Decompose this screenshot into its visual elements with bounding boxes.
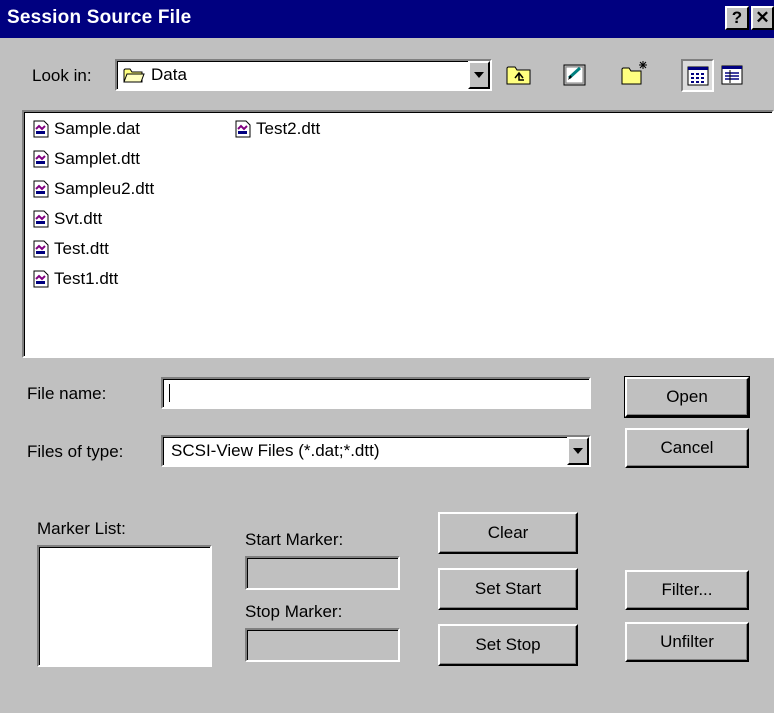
look-in-value: Data [151, 65, 187, 84]
help-button[interactable]: ? [725, 6, 749, 30]
file-item[interactable]: Sample.dat [32, 116, 140, 142]
text-caret [169, 384, 170, 402]
file-item[interactable]: Test2.dtt [234, 116, 320, 142]
file-name: Sampleu2.dtt [54, 179, 155, 198]
folder-icon [123, 68, 145, 83]
desktop-button[interactable] [559, 59, 591, 91]
clear-button[interactable]: Clear [438, 512, 578, 554]
files-of-type-value: SCSI-View Files (*.dat;*.dtt) [171, 441, 380, 460]
files-of-type-dropdown-arrow[interactable] [567, 437, 589, 465]
file-name-label: File name: [27, 384, 107, 403]
file-item[interactable]: Samplet.dtt [32, 146, 140, 172]
files-of-type-label: Files of type: [27, 442, 124, 461]
new-folder-icon [621, 61, 647, 85]
chevron-down-icon [573, 448, 583, 454]
up-one-level-button[interactable] [503, 59, 535, 91]
desktop-icon [563, 64, 586, 86]
list-view-button[interactable] [681, 59, 714, 92]
filter-button[interactable]: Filter... [625, 570, 749, 610]
details-view-icon [721, 65, 743, 85]
file-item[interactable]: Svt.dtt [32, 206, 102, 232]
document-icon [33, 120, 49, 138]
cancel-button[interactable]: Cancel [625, 428, 749, 468]
details-view-button[interactable] [716, 59, 748, 91]
window-title: Session Source File [7, 7, 192, 28]
close-button[interactable]: ✕ [751, 6, 774, 30]
stop-marker-label: Stop Marker: [245, 602, 343, 621]
file-item[interactable]: Sampleu2.dtt [32, 176, 154, 202]
document-icon [33, 270, 49, 288]
set-start-button[interactable]: Set Start [438, 568, 578, 610]
file-name: Test1.dtt [54, 269, 119, 288]
close-icon: ✕ [755, 8, 770, 27]
file-name: Svt.dtt [54, 209, 103, 228]
help-icon: ? [731, 8, 743, 27]
open-button[interactable]: Open [624, 376, 750, 418]
chevron-down-icon [474, 72, 484, 78]
set-stop-button[interactable]: Set Stop [438, 624, 578, 666]
start-marker-label: Start Marker: [245, 530, 344, 549]
document-icon [33, 180, 49, 198]
look-in-label: Look in: [32, 66, 92, 85]
look-in-dropdown-arrow[interactable] [468, 61, 490, 89]
unfilter-button[interactable]: Unfilter [625, 622, 749, 662]
up-folder-icon [506, 66, 531, 85]
file-name: Test2.dtt [256, 119, 321, 138]
file-list-items: Sample.dat Samplet.dtt Sampleu2.dtt Svt.… [24, 112, 772, 356]
document-icon [33, 150, 49, 168]
file-item[interactable]: Test1.dtt [32, 266, 118, 292]
file-name: Sample.dat [54, 119, 140, 138]
file-name: Samplet.dtt [54, 149, 140, 168]
start-marker-field [245, 556, 400, 590]
look-in-dropdown[interactable]: Data [115, 59, 492, 91]
marker-list[interactable] [37, 545, 212, 667]
stop-marker-field [245, 628, 400, 662]
marker-list-label: Marker List: [37, 519, 126, 538]
document-icon [33, 210, 49, 228]
file-name: Test.dtt [54, 239, 109, 258]
new-folder-button[interactable] [619, 57, 651, 89]
file-name-input[interactable] [161, 377, 591, 409]
list-view-icon [687, 66, 708, 85]
document-icon [235, 120, 251, 138]
file-item[interactable]: Test.dtt [32, 236, 109, 262]
document-icon [33, 240, 49, 258]
files-of-type-dropdown[interactable]: SCSI-View Files (*.dat;*.dtt) [161, 435, 591, 467]
